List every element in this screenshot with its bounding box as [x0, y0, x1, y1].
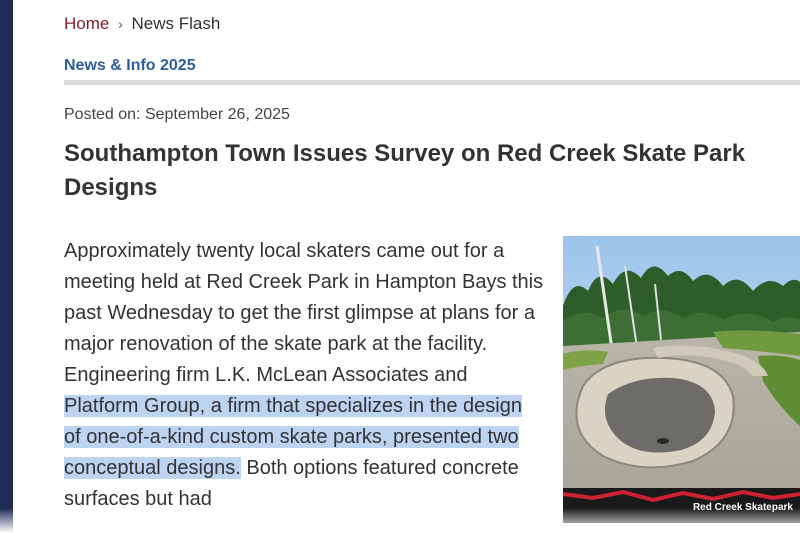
article-paragraph: Approximately twenty local skaters came … [64, 236, 544, 515]
breadcrumb-home-link[interactable]: Home [64, 14, 109, 33]
section-divider [64, 80, 800, 85]
article-title: Southampton Town Issues Survey on Red Cr… [64, 140, 746, 201]
breadcrumb: Home › News Flash [64, 14, 220, 34]
bottom-fade-overlay [0, 508, 800, 533]
left-accent-bar [0, 0, 13, 533]
skatepark-rendering-image[interactable]: Red Creek Skatepark [563, 236, 800, 523]
posted-date: Posted on: September 26, 2025 [64, 106, 290, 123]
breadcrumb-separator: › [118, 16, 123, 32]
paragraph-text-start: Approximately twenty local skaters came … [64, 240, 544, 386]
section-heading-link[interactable]: News & Info 2025 [64, 57, 196, 75]
breadcrumb-current: News Flash [131, 14, 221, 33]
